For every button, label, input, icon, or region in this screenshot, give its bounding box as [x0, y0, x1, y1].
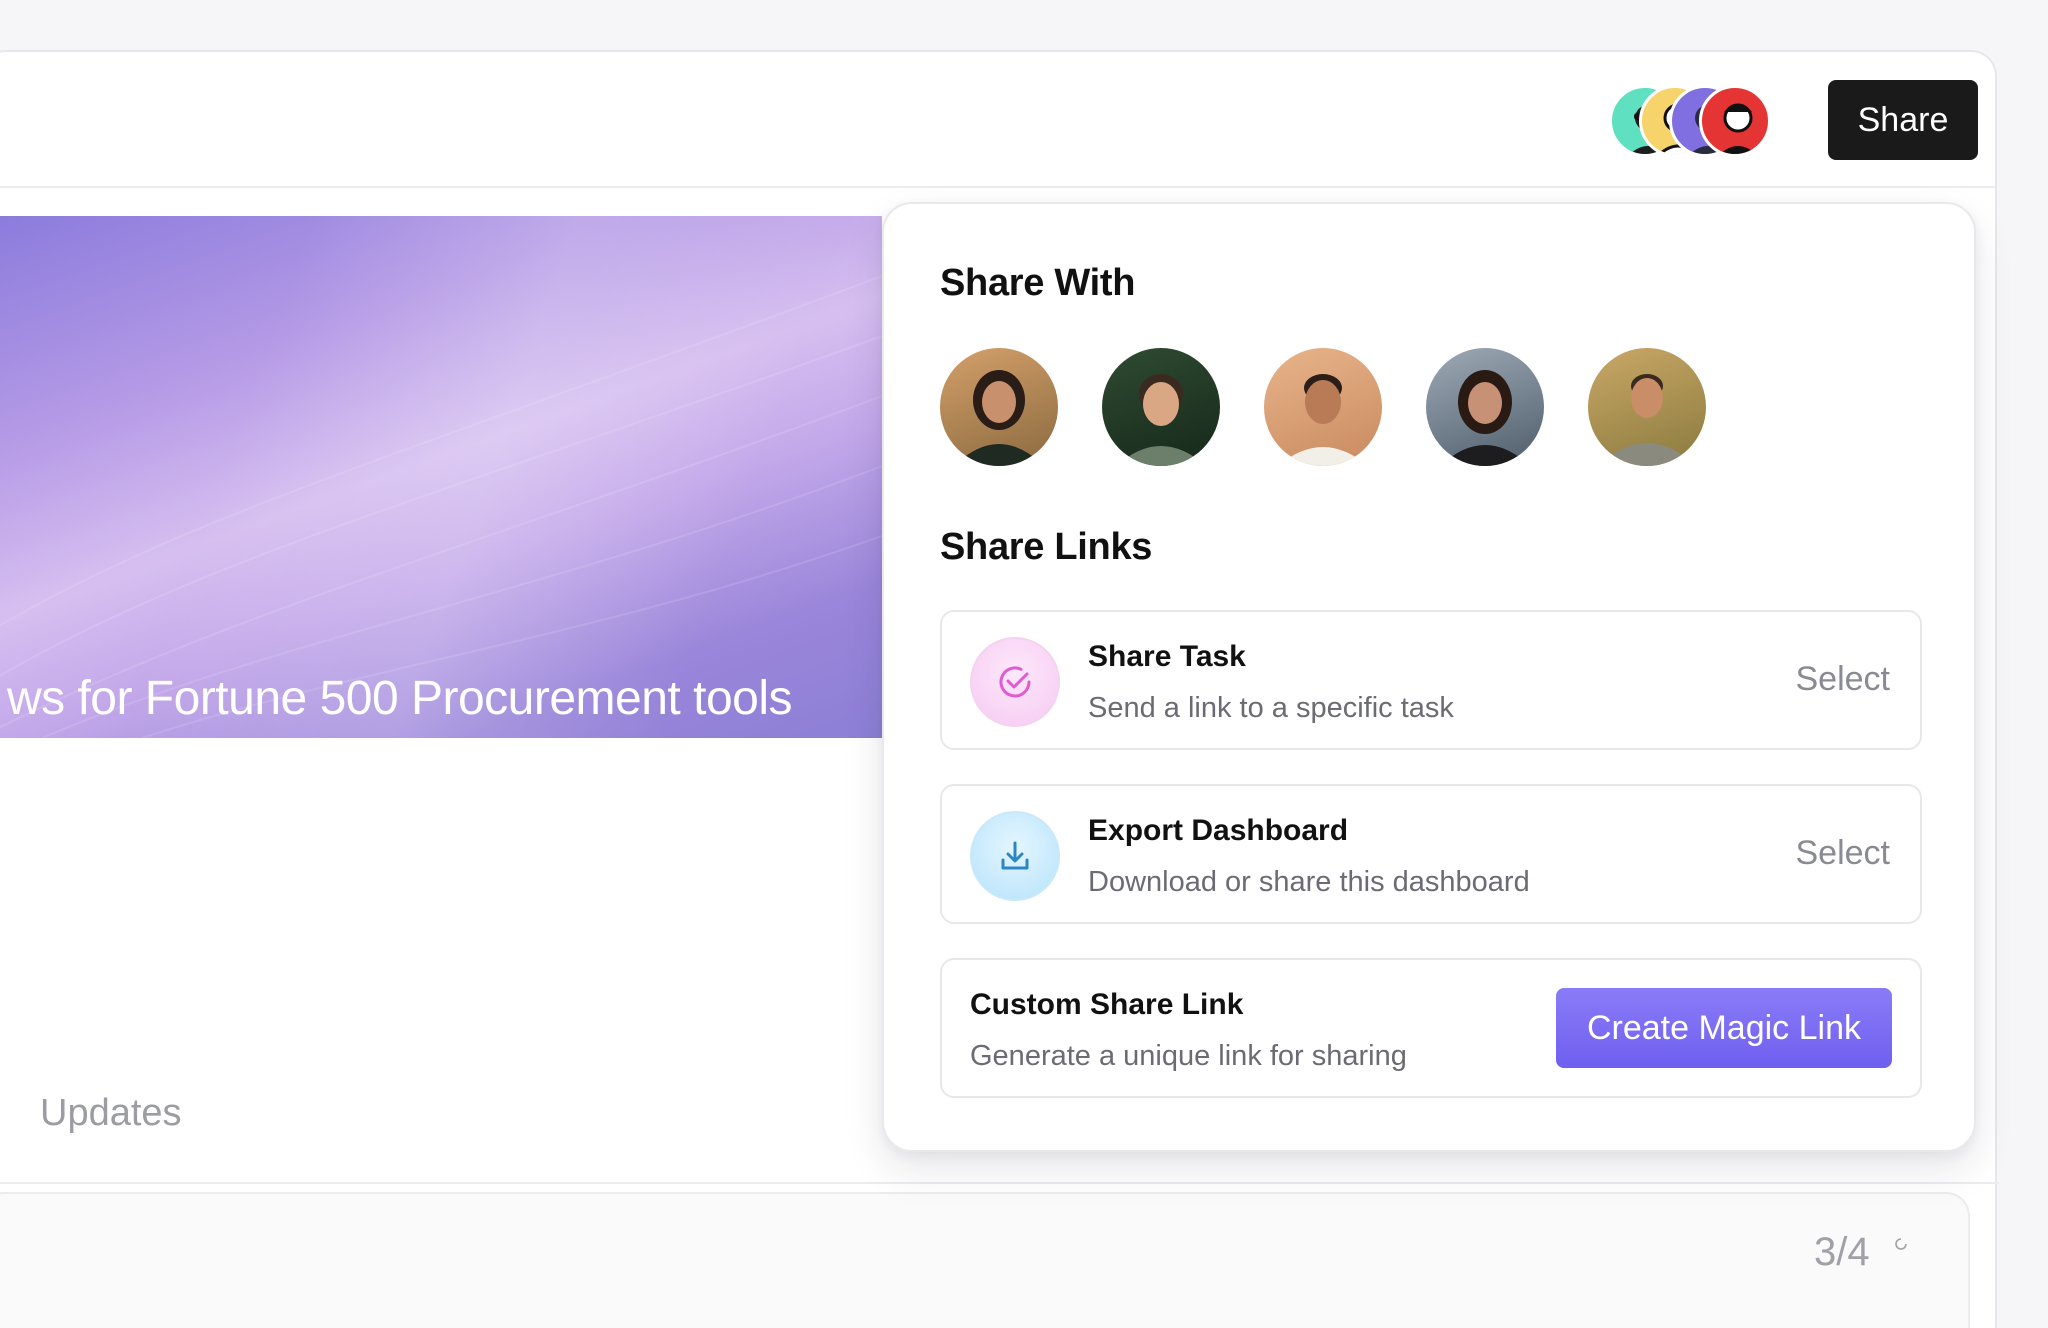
- custom-link-title: Custom Share Link: [970, 988, 1244, 1021]
- option-subtitle: Send a link to a specific task: [1088, 692, 1454, 724]
- select-button[interactable]: Select: [1796, 834, 1891, 873]
- download-icon: [970, 811, 1060, 901]
- option-title: Export Dashboard: [1088, 814, 1349, 847]
- person-avatar[interactable]: [1426, 348, 1544, 466]
- refresh-icon[interactable]: [1893, 1236, 1909, 1252]
- banner-title: ws for Fortune 500 Procurement tools: [6, 672, 793, 725]
- content-card: [0, 1192, 1970, 1328]
- person-avatar[interactable]: [1588, 348, 1706, 466]
- export-dashboard-option[interactable]: Export Dashboard Download or share this …: [940, 784, 1922, 924]
- tab-updates[interactable]: Updates: [40, 1092, 182, 1135]
- check-circle-icon: [970, 637, 1060, 727]
- cover-banner: ws for Fortune 500 Procurement tools: [0, 216, 882, 738]
- custom-link-subtitle: Generate a unique link for sharing: [970, 1040, 1407, 1072]
- share-with-people: [940, 348, 1706, 466]
- share-with-title: Share With: [940, 262, 1136, 304]
- collaborator-avatars[interactable]: [1609, 85, 1799, 157]
- divider: [0, 1182, 1999, 1184]
- share-popover: Share With Share Links Share Task Send a…: [882, 202, 1976, 1152]
- share-links-title: Share Links: [940, 526, 1153, 568]
- avatar[interactable]: [1699, 85, 1771, 157]
- custom-share-link: Custom Share Link Generate a unique link…: [940, 958, 1922, 1098]
- create-magic-link-button[interactable]: Create Magic Link: [1556, 988, 1892, 1068]
- person-avatar[interactable]: [940, 348, 1058, 466]
- select-button[interactable]: Select: [1796, 660, 1891, 699]
- screen: Share ws for Fortune 500 Procurement too…: [0, 0, 2048, 1328]
- person-avatar[interactable]: [1264, 348, 1382, 466]
- banner-texture: [0, 275, 882, 738]
- page-indicator: 3/4: [1814, 1230, 1870, 1274]
- option-title: Share Task: [1088, 640, 1246, 673]
- option-subtitle: Download or share this dashboard: [1088, 866, 1530, 898]
- person-avatar[interactable]: [1102, 348, 1220, 466]
- share-button[interactable]: Share: [1828, 80, 1978, 160]
- share-task-option[interactable]: Share Task Send a link to a specific tas…: [940, 610, 1922, 750]
- top-bar: Share: [0, 52, 1995, 188]
